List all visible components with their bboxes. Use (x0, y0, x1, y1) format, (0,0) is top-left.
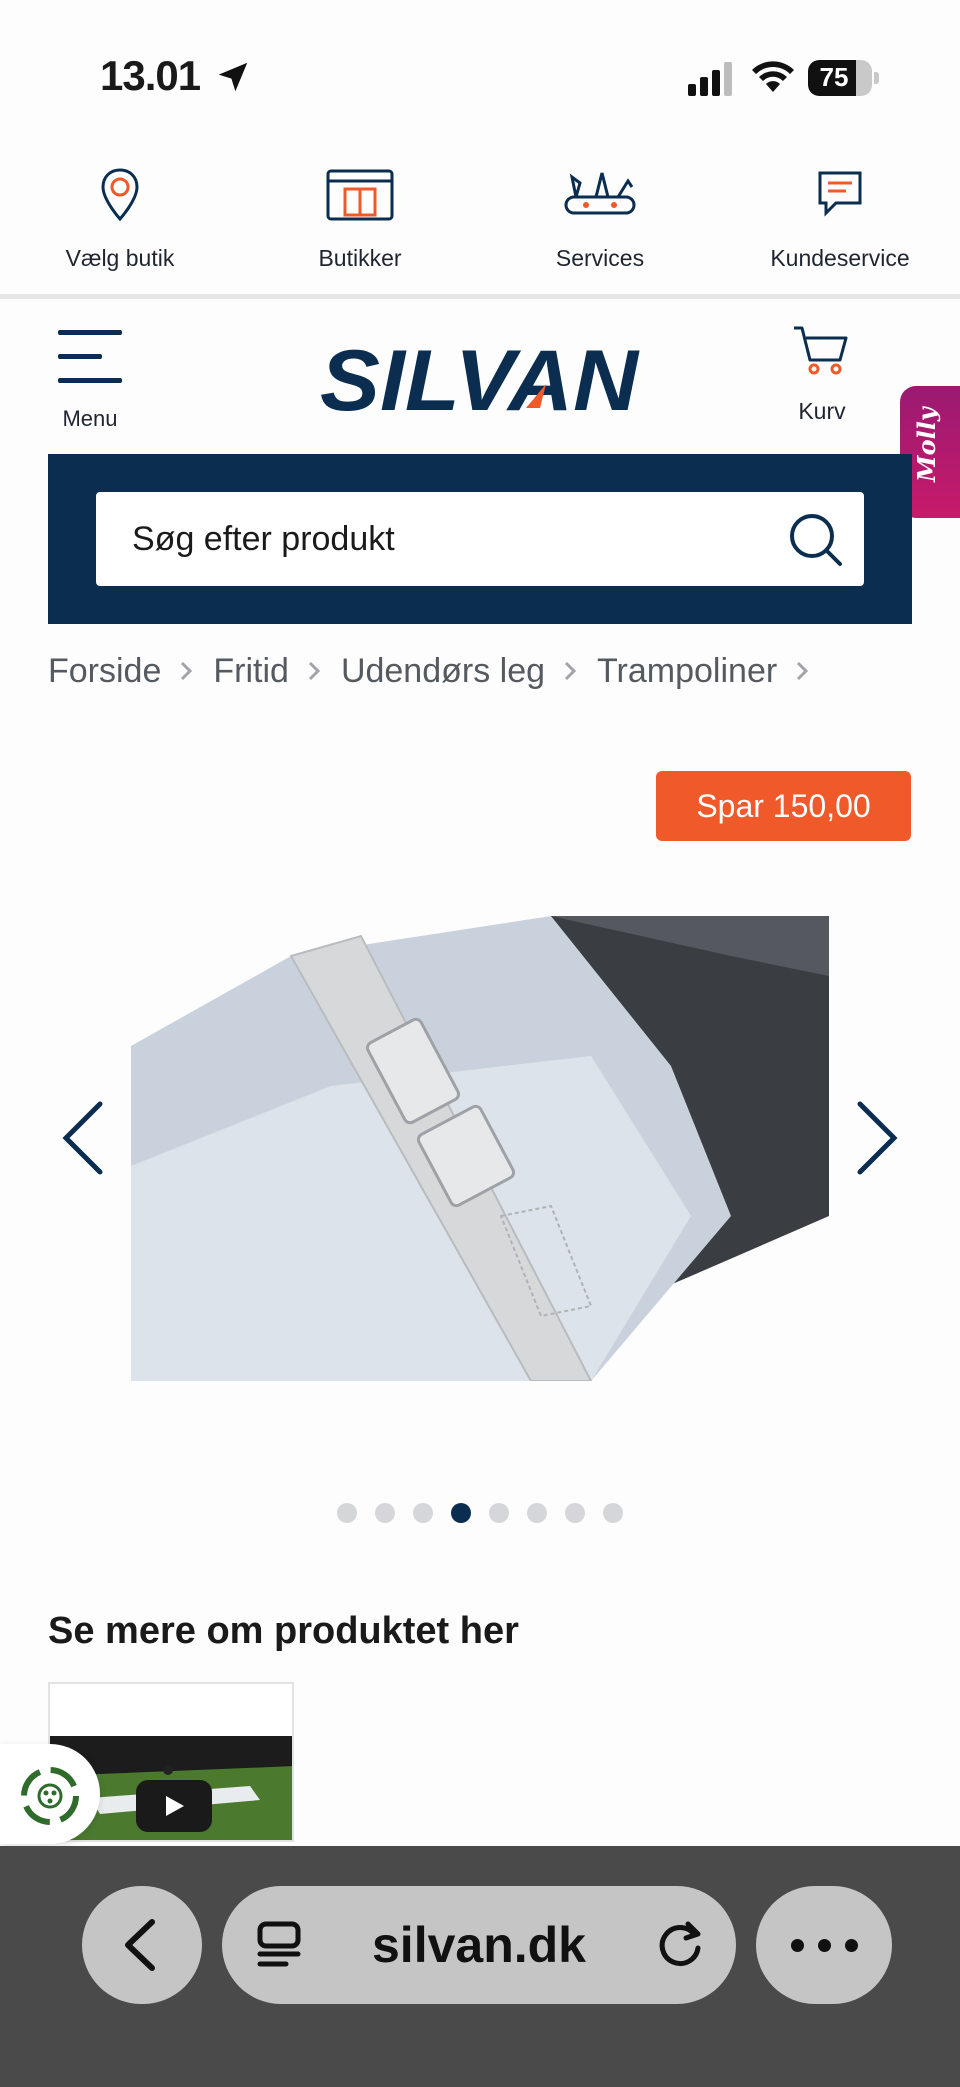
product-image-carousel (0, 870, 960, 1390)
battery-indicator: 75 (808, 60, 879, 96)
service-nav: Vælg butik Butikker Services Kundeservic… (0, 155, 960, 295)
status-time: 13.01 (100, 52, 201, 99)
nav-services[interactable]: Services (480, 155, 720, 295)
nav-choose-store[interactable]: Vælg butik (0, 155, 240, 295)
product-page: 13.01 75 Vælg butik Butikker Services Ku… (0, 0, 960, 2087)
play-icon (166, 1796, 184, 1816)
nav-stores-label: Butikker (318, 245, 402, 271)
chevron-left-icon (125, 1919, 155, 1971)
carousel-pagination (0, 1503, 960, 1527)
menu-label: Menu (62, 406, 118, 431)
cart-icon (794, 326, 848, 375)
carousel-dot[interactable] (451, 1503, 471, 1523)
battery-percent: 75 (819, 62, 849, 92)
cart-label: Kurv (798, 398, 846, 424)
location-pin-icon (101, 168, 139, 222)
play-button[interactable] (136, 1780, 212, 1832)
product-image[interactable] (131, 916, 829, 1381)
browser-toolbar: silvan.dk (0, 1846, 960, 2087)
nav-stores[interactable]: Butikker (240, 155, 480, 295)
search-icon[interactable] (786, 510, 844, 568)
site-header: Menu SILVAN Kurv (0, 300, 960, 455)
silvan-logo[interactable]: SILVAN (318, 338, 642, 418)
more-dots-icon (791, 1939, 804, 1952)
cart-button[interactable]: Kurv (770, 322, 874, 432)
recycle-badge[interactable] (0, 1744, 100, 1844)
section-title: Se mere om produktet her (48, 1610, 519, 1652)
chevron-left-icon[interactable] (56, 1098, 108, 1178)
chevron-right-icon (161, 646, 213, 696)
breadcrumb: Forside Fritid Udendørs leg Trampoliner (48, 646, 829, 696)
search-input[interactable] (132, 492, 772, 586)
breadcrumb-trampolines[interactable]: Trampoliner (597, 652, 777, 691)
carousel-dot[interactable] (565, 1503, 585, 1523)
carousel-dot[interactable] (375, 1503, 395, 1523)
carousel-dot[interactable] (489, 1503, 509, 1523)
search-box (96, 492, 864, 586)
tools-icon (564, 172, 636, 215)
store-icon (326, 169, 394, 221)
divider (0, 294, 960, 299)
save-badge: Spar 150,00 (656, 771, 911, 841)
wifi-icon (752, 61, 794, 92)
carousel-dot[interactable] (413, 1503, 433, 1523)
carousel-dot[interactable] (337, 1503, 357, 1523)
address-bar[interactable]: silvan.dk (222, 1886, 736, 2004)
chevron-right-icon (777, 646, 829, 696)
cellular-signal-icon (688, 62, 732, 96)
nav-customer-service-label: Kundeservice (770, 245, 910, 271)
reload-icon[interactable] (654, 1918, 708, 1972)
nav-customer-service[interactable]: Kundeservice (720, 155, 960, 295)
nav-choose-store-label: Vælg butik (65, 245, 175, 271)
location-arrow-icon (218, 62, 248, 92)
chevron-right-icon (545, 646, 597, 696)
breadcrumb-outdoor-play[interactable]: Udendørs leg (341, 652, 545, 691)
status-bar: 13.01 75 (0, 0, 960, 140)
breadcrumb-leisure[interactable]: Fritid (213, 652, 289, 691)
nav-services-label: Services (555, 245, 645, 271)
chevron-right-icon (289, 646, 341, 696)
carousel-dot[interactable] (603, 1503, 623, 1523)
chevron-right-icon[interactable] (852, 1098, 904, 1178)
carousel-dot[interactable] (527, 1503, 547, 1523)
search-band (48, 454, 912, 624)
recycle-icon (21, 1767, 79, 1825)
breadcrumb-home[interactable]: Forside (48, 652, 161, 691)
menu-button[interactable]: Menu (48, 328, 132, 438)
molly-label: Molly (912, 407, 941, 482)
more-button[interactable] (756, 1886, 892, 2004)
chat-icon (818, 171, 862, 217)
back-button[interactable] (82, 1886, 202, 2004)
logo-text: SILVAN (320, 338, 640, 418)
